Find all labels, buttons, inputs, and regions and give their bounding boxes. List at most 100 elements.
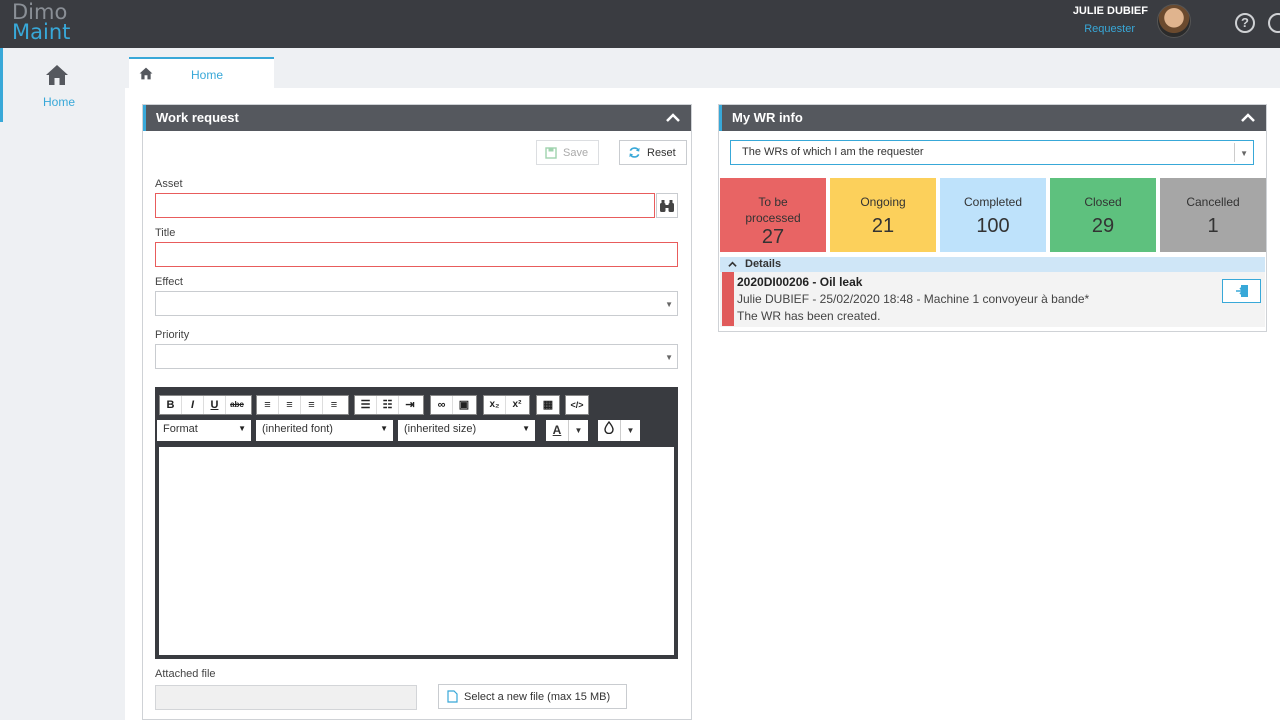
font-select-label: (inherited font) bbox=[262, 423, 333, 435]
status-tile-count: 27 bbox=[761, 226, 785, 248]
panel-header: My WR info bbox=[719, 105, 1266, 131]
status-tile-ongoing[interactable]: Ongoing 21 bbox=[830, 178, 936, 252]
open-wr-button[interactable] bbox=[1222, 279, 1261, 303]
home-icon bbox=[46, 65, 68, 85]
bullet-list-icon[interactable]: ☰ bbox=[355, 396, 377, 414]
binoculars-icon bbox=[660, 199, 674, 212]
avatar[interactable] bbox=[1157, 4, 1191, 38]
background-color-caret-icon[interactable]: ▼ bbox=[620, 420, 640, 441]
asset-field[interactable] bbox=[155, 193, 655, 218]
align-justify-icon[interactable]: ≡ bbox=[323, 396, 345, 414]
list-group: ☰ ☷ ⇥ bbox=[354, 395, 424, 415]
select-file-button[interactable]: Select a new file (max 15 MB) bbox=[438, 684, 627, 709]
italic-button[interactable]: I bbox=[182, 396, 204, 414]
status-tile-label: Ongoing bbox=[860, 195, 906, 209]
sidebar: Home bbox=[0, 48, 125, 720]
priority-label: Priority bbox=[155, 329, 190, 341]
tab-label: Home bbox=[191, 68, 224, 82]
reset-label: Reset bbox=[647, 146, 676, 159]
title-field[interactable] bbox=[155, 242, 678, 267]
underline-button[interactable]: U bbox=[204, 396, 226, 414]
editor-content-area[interactable] bbox=[159, 447, 674, 655]
logo-text-dimo: Dimo bbox=[12, 0, 68, 24]
subscript-icon[interactable]: x₂ bbox=[484, 396, 506, 414]
effect-select[interactable]: ▼ bbox=[155, 291, 678, 316]
text-color-button[interactable]: A bbox=[546, 420, 568, 441]
status-tile-closed[interactable]: Closed 29 bbox=[1050, 178, 1156, 252]
script-group: x₂ x² bbox=[483, 395, 530, 415]
status-tile-count: 1 bbox=[1207, 215, 1219, 237]
caret-down-icon: ▼ bbox=[380, 424, 388, 433]
size-select[interactable]: (inherited size) ▼ bbox=[398, 420, 535, 441]
status-tiles: To be processed 27 Ongoing 21 Completed … bbox=[720, 178, 1266, 252]
format-select[interactable]: Format ▼ bbox=[157, 420, 251, 441]
dropdown-arrow-icon: ▼ bbox=[665, 300, 673, 309]
file-icon bbox=[447, 690, 458, 703]
alignment-group: ≡ ≡ ≡ ≡ bbox=[256, 395, 349, 415]
caret-down-icon: ▼ bbox=[522, 424, 530, 433]
table-icon[interactable]: ▦ bbox=[537, 396, 559, 414]
asset-search-button[interactable] bbox=[656, 193, 678, 218]
reset-button[interactable]: Reset bbox=[619, 140, 687, 165]
image-icon[interactable]: ▣ bbox=[453, 396, 475, 414]
save-icon bbox=[545, 146, 557, 159]
status-tile-completed[interactable]: Completed 100 bbox=[940, 178, 1046, 252]
main-content: Home Work request Save Reset Asset Title… bbox=[125, 48, 1280, 720]
caret-down-icon: ▼ bbox=[238, 424, 246, 433]
attached-file-label: Attached file bbox=[155, 668, 216, 680]
save-button[interactable]: Save bbox=[536, 140, 599, 165]
wr-filter-select[interactable]: The WRs of which I am the requester ▼ bbox=[730, 140, 1254, 165]
dropdown-arrow-icon: ▼ bbox=[1240, 149, 1248, 158]
title-label: Title bbox=[155, 227, 176, 239]
details-toggle[interactable]: Details bbox=[720, 257, 1265, 272]
source-code-icon[interactable]: </> bbox=[566, 396, 588, 414]
align-center-icon[interactable]: ≡ bbox=[279, 396, 301, 414]
status-tile-count: 100 bbox=[976, 215, 1010, 237]
user-role: Requester bbox=[1084, 23, 1135, 35]
refresh-icon bbox=[629, 147, 640, 158]
help-icon[interactable]: ? bbox=[1235, 13, 1255, 33]
work-request-panel: Work request Save Reset Asset Title Effe… bbox=[142, 104, 692, 720]
status-tile-to-be-processed[interactable]: To be processed 27 bbox=[720, 178, 826, 252]
divider bbox=[1234, 143, 1235, 162]
top-bar: Dimo Maint JULIE DUBIEF Requester ? bbox=[0, 0, 1280, 48]
status-tile-label: Closed bbox=[1084, 195, 1122, 209]
logout-icon[interactable] bbox=[1268, 13, 1280, 33]
status-tile-cancelled[interactable]: Cancelled 1 bbox=[1160, 178, 1266, 252]
bold-button[interactable]: B bbox=[160, 396, 182, 414]
status-tile-count: 29 bbox=[1091, 215, 1115, 237]
priority-stripe bbox=[722, 272, 734, 326]
sidebar-item-home[interactable]: Home bbox=[0, 48, 125, 122]
superscript-icon[interactable]: x² bbox=[506, 396, 528, 414]
text-style-group: B I U abc bbox=[159, 395, 252, 415]
background-color-button[interactable] bbox=[598, 420, 620, 441]
status-tile-label: Completed bbox=[963, 195, 1023, 209]
insert-group: ∞ ▣ bbox=[430, 395, 477, 415]
my-wr-info-panel: My WR info The WRs of which I am the req… bbox=[718, 104, 1267, 332]
align-right-icon[interactable]: ≡ bbox=[301, 396, 323, 414]
priority-select[interactable]: ▼ bbox=[155, 344, 678, 369]
save-label: Save bbox=[563, 146, 589, 159]
size-select-label: (inherited size) bbox=[404, 423, 477, 435]
chevron-up-icon[interactable] bbox=[665, 110, 681, 126]
asset-label: Asset bbox=[155, 178, 183, 190]
wr-status: The WR has been created. bbox=[737, 309, 881, 323]
home-icon bbox=[139, 67, 153, 80]
app-logo[interactable]: Dimo Maint bbox=[12, 0, 71, 44]
list-item[interactable]: 2020DI00206 - Oil leak Julie DUBIEF - 25… bbox=[720, 272, 1265, 327]
align-left-icon[interactable]: ≡ bbox=[257, 396, 279, 414]
font-select[interactable]: (inherited font) ▼ bbox=[256, 420, 393, 441]
panel-header: Work request bbox=[143, 105, 691, 131]
chevron-up-icon[interactable] bbox=[1240, 110, 1256, 126]
numbered-list-icon[interactable]: ☷ bbox=[377, 396, 399, 414]
indent-icon[interactable]: ⇥ bbox=[399, 396, 421, 414]
strikethrough-button[interactable]: abc bbox=[226, 396, 248, 414]
link-icon[interactable]: ∞ bbox=[431, 396, 453, 414]
text-color-caret-icon[interactable]: ▼ bbox=[568, 420, 588, 441]
tab-home[interactable]: Home bbox=[129, 57, 274, 88]
logo-text-maint: Maint bbox=[12, 20, 71, 44]
open-icon bbox=[1235, 285, 1248, 297]
fill-drop-icon bbox=[604, 420, 614, 435]
rich-text-editor: B I U abc ≡ ≡ ≡ ≡ ☰ ☷ ⇥ ∞ ▣ x₂ x² ▦ </> … bbox=[155, 387, 678, 659]
status-tile-count: 21 bbox=[871, 215, 895, 237]
